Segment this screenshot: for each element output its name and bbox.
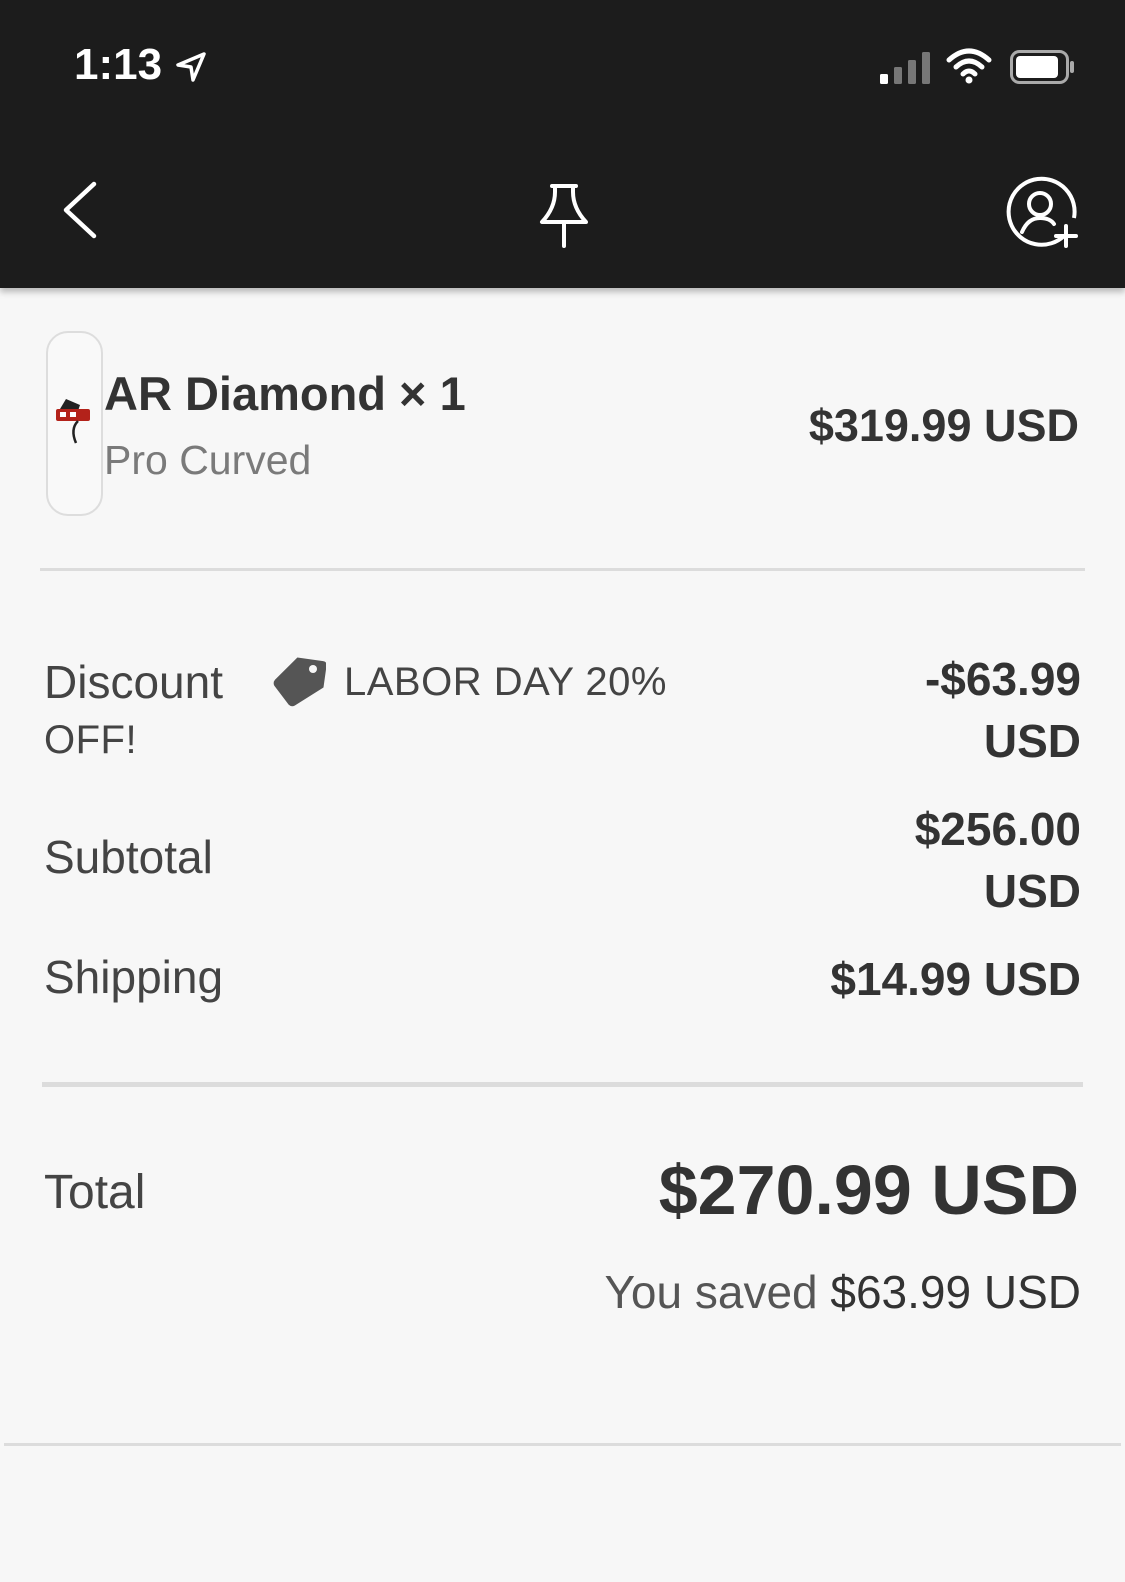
subtotal-amount: $256.00 USD bbox=[914, 803, 1081, 917]
add-user-button[interactable] bbox=[1006, 174, 1082, 250]
battery-icon bbox=[1010, 50, 1074, 84]
pin-button[interactable] bbox=[536, 182, 592, 248]
total-amount: $270.99 USD bbox=[658, 1151, 1079, 1229]
divider bbox=[4, 1443, 1121, 1446]
discount-amount: -$63.99 USD bbox=[924, 653, 1081, 767]
tag-icon bbox=[273, 657, 326, 707]
savings-label: You saved bbox=[604, 1266, 818, 1318]
discount-code: LABOR DAY 20% bbox=[344, 660, 667, 704]
discount-label: Discount bbox=[44, 656, 223, 708]
product-price: $319.99 USD bbox=[808, 400, 1079, 451]
product-image bbox=[56, 399, 90, 444]
product-thumbnail[interactable] bbox=[46, 331, 103, 516]
status-time: 1:13 bbox=[74, 40, 163, 89]
cell-signal-icon bbox=[880, 52, 930, 84]
divider bbox=[42, 1082, 1083, 1087]
savings-amount: $63.99 USD bbox=[830, 1266, 1081, 1318]
shipping-label: Shipping bbox=[44, 951, 224, 1003]
top-bar: 1:13 bbox=[0, 0, 1125, 288]
subtotal-label: Subtotal bbox=[44, 831, 213, 883]
shipping-amount: $14.99 USD bbox=[830, 953, 1081, 1005]
location-arrow-icon bbox=[176, 52, 206, 82]
discount-code-suffix: OFF! bbox=[44, 718, 138, 762]
back-button[interactable] bbox=[56, 178, 104, 242]
product-variant: Pro Curved bbox=[104, 437, 312, 483]
wifi-icon bbox=[946, 48, 992, 84]
total-label: Total bbox=[44, 1166, 146, 1219]
divider bbox=[40, 568, 1085, 571]
product-name: AR Diamond × 1 bbox=[104, 367, 466, 420]
savings-text: You saved $63.99 USD bbox=[604, 1265, 1081, 1319]
